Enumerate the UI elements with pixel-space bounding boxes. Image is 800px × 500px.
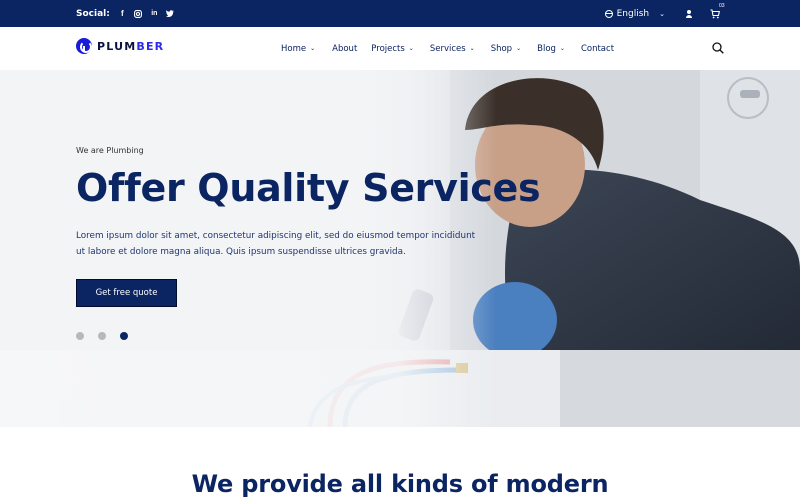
nav-item-label: Services bbox=[429, 43, 466, 54]
slider-dot-3-active[interactable] bbox=[120, 332, 128, 340]
nav-item-about[interactable]: About bbox=[332, 44, 357, 54]
slider-pagination bbox=[76, 332, 128, 340]
main-navigation: PLUMBER Home ⌄ About Projects ⌄ Services ⌄ … bbox=[0, 27, 800, 70]
chevron-down-icon: ⌄ bbox=[469, 45, 475, 52]
top-bar: Social: f in English ⌄ 03 bbox=[0, 0, 800, 27]
nav-item-label: Blog bbox=[537, 43, 556, 54]
twitter-icon[interactable] bbox=[166, 9, 175, 18]
nav-item-services[interactable]: Services ⌄ bbox=[430, 44, 475, 54]
logo-text-main: PLUM bbox=[97, 39, 137, 53]
logo[interactable]: PLUMBER bbox=[76, 38, 164, 54]
nav-item-shop[interactable]: Shop ⌄ bbox=[491, 44, 521, 54]
nav-item-blog[interactable]: Blog ⌄ bbox=[537, 44, 565, 54]
slider-dot-2[interactable] bbox=[98, 332, 106, 340]
logo-wrench-icon bbox=[76, 38, 92, 54]
top-utilities: English ⌄ 03 bbox=[604, 0, 725, 27]
social-label: Social: bbox=[76, 8, 110, 19]
language-label: English bbox=[616, 8, 650, 19]
nav-item-label: Home bbox=[281, 43, 307, 54]
nav-item-label: Contact bbox=[580, 43, 615, 54]
globe-icon bbox=[604, 9, 613, 18]
social-links: Social: f in bbox=[76, 0, 182, 27]
hero-slider: We are Plumbing Offer Quality Services L… bbox=[0, 70, 800, 427]
services-section-title: We provide all kinds of modern bbox=[191, 470, 609, 498]
chevron-down-icon: ⌄ bbox=[310, 45, 316, 52]
nav-item-label: About bbox=[332, 43, 358, 54]
nav-item-home[interactable]: Home ⌄ bbox=[281, 44, 315, 54]
logo-text: PLUMBER bbox=[97, 40, 164, 53]
linkedin-icon[interactable]: in bbox=[150, 9, 159, 18]
nav-item-label: Projects bbox=[371, 43, 405, 54]
instagram-icon[interactable] bbox=[134, 9, 143, 18]
chevron-down-icon: ⌄ bbox=[559, 45, 565, 52]
chevron-down-icon: ⌄ bbox=[659, 9, 665, 18]
cart-icon bbox=[710, 9, 720, 19]
chevron-down-icon: ⌄ bbox=[516, 45, 522, 52]
hero-description: Lorem ipsum dolor sit amet, consectetur … bbox=[76, 231, 476, 257]
search-icon[interactable] bbox=[712, 42, 724, 54]
logo-text-accent: BER bbox=[136, 39, 165, 53]
cart-button[interactable]: 03 bbox=[710, 3, 725, 19]
hero-eyebrow: We are Plumbing bbox=[76, 146, 144, 155]
nav-item-contact[interactable]: Contact bbox=[581, 44, 614, 54]
hero-title: Offer Quality Services bbox=[76, 166, 541, 210]
facebook-icon[interactable]: f bbox=[118, 9, 127, 18]
language-selector[interactable]: English ⌄ bbox=[604, 8, 665, 19]
nav-item-projects[interactable]: Projects ⌄ bbox=[371, 44, 414, 54]
user-icon[interactable] bbox=[685, 9, 693, 18]
slider-dot-1[interactable] bbox=[76, 332, 84, 340]
chevron-down-icon: ⌄ bbox=[408, 45, 414, 52]
nav-menu: Home ⌄ About Projects ⌄ Services ⌄ Shop ⌄ Bl… bbox=[281, 27, 614, 70]
nav-item-label: Shop bbox=[490, 43, 513, 54]
get-free-quote-button[interactable]: Get free quote bbox=[76, 279, 177, 307]
cart-count-badge: 03 bbox=[719, 3, 725, 9]
